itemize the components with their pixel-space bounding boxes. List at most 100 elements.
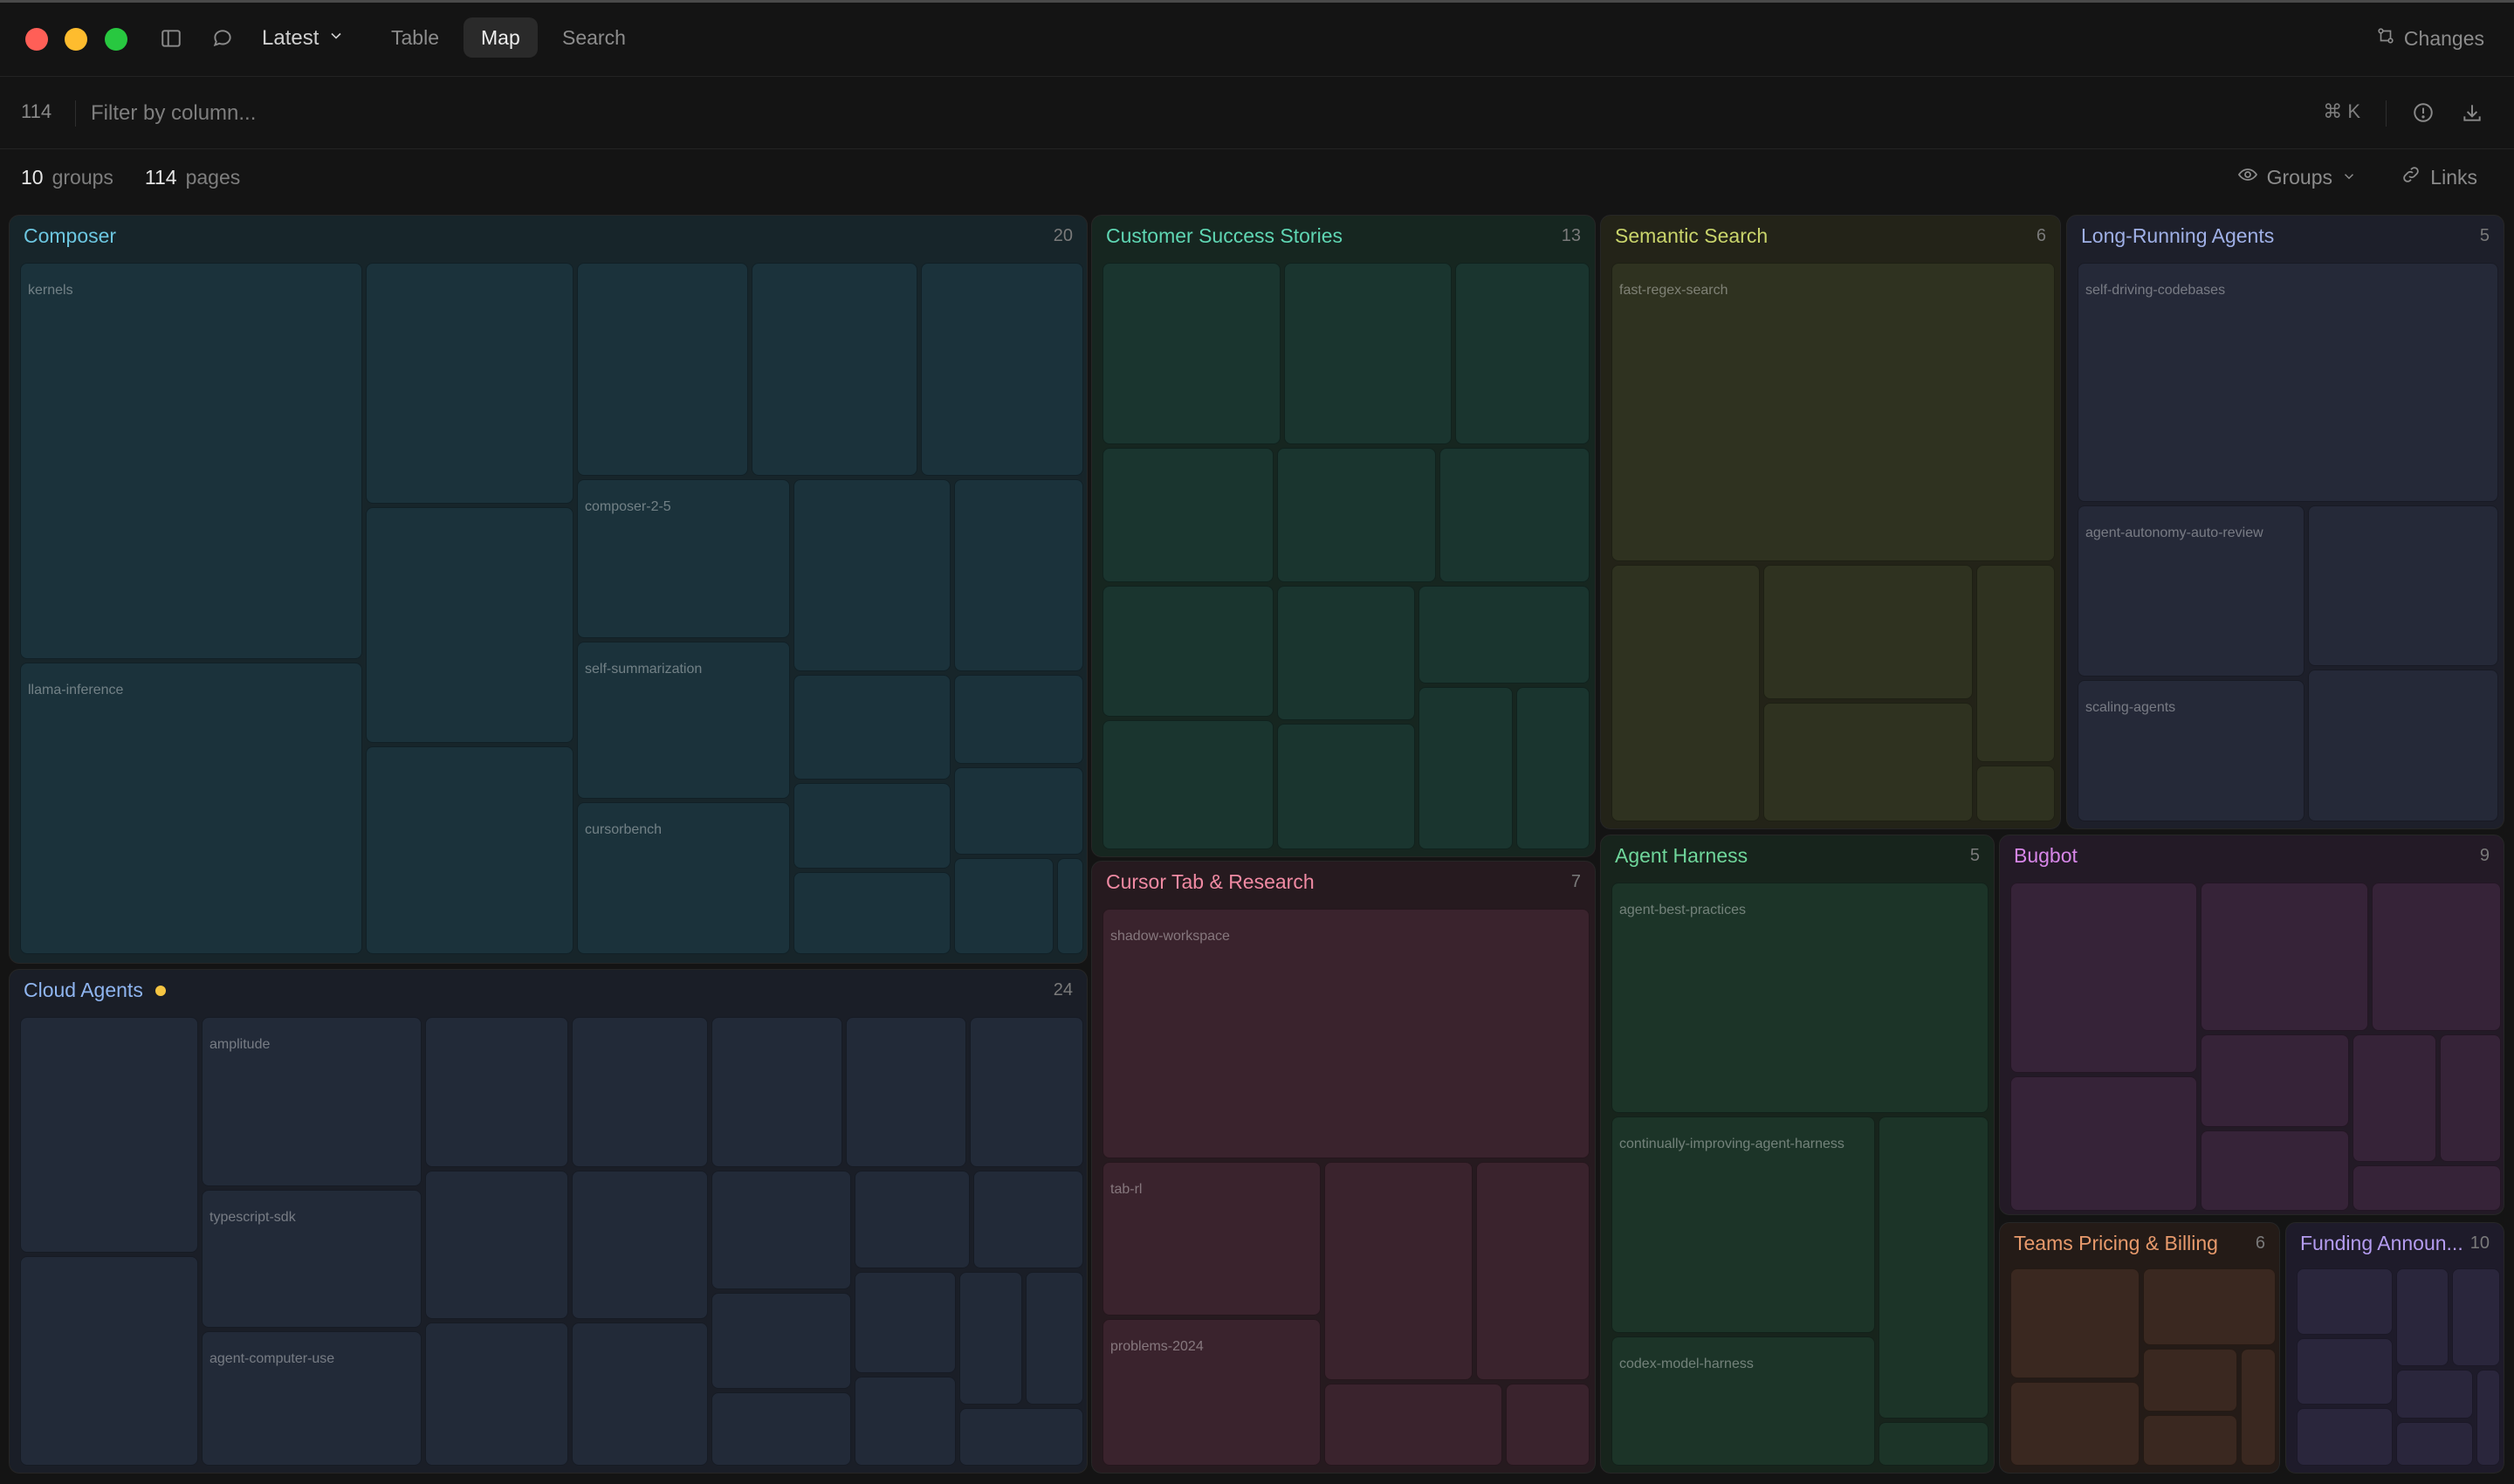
page-tile[interactable] (2010, 1268, 2140, 1378)
page-tile[interactable] (20, 1017, 198, 1253)
page-tile[interactable] (2201, 1130, 2349, 1211)
page-tile[interactable] (2143, 1349, 2237, 1412)
page-tile[interactable]: cursorbench (577, 802, 790, 954)
page-tile[interactable] (793, 675, 951, 780)
page-tile[interactable] (1277, 586, 1415, 720)
page-tile[interactable] (954, 675, 1083, 764)
page-tile[interactable] (1506, 1384, 1590, 1466)
page-tile[interactable] (20, 1256, 198, 1466)
page-tile[interactable] (711, 1171, 851, 1289)
page-tile[interactable] (2010, 883, 2197, 1073)
page-tile[interactable]: fast-regex-search (1611, 263, 2055, 561)
page-tile[interactable] (2353, 1165, 2501, 1211)
page-tile[interactable] (366, 263, 574, 504)
page-tile[interactable] (1284, 263, 1452, 444)
page-tile[interactable] (2201, 1034, 2349, 1127)
page-tile[interactable] (2440, 1034, 2501, 1162)
tab-table[interactable]: Table (374, 17, 457, 58)
version-selector[interactable]: Latest (262, 23, 345, 54)
page-tile[interactable] (1102, 720, 1274, 849)
page-tile[interactable] (2396, 1422, 2473, 1466)
page-tile[interactable] (2308, 505, 2498, 666)
page-tile[interactable] (1418, 687, 1513, 849)
page-tile[interactable] (793, 479, 951, 671)
page-tile[interactable] (2010, 1382, 2140, 1466)
page-tile[interactable] (2452, 1268, 2500, 1366)
page-tile[interactable] (1026, 1272, 1083, 1405)
page-tile[interactable] (1277, 724, 1415, 849)
chat-bubble-icon[interactable] (207, 23, 238, 54)
groups-button[interactable]: Groups (2237, 164, 2357, 190)
page-tile[interactable]: shadow-workspace (1102, 909, 1590, 1158)
page-tile[interactable]: scaling-agents (2078, 680, 2304, 821)
page-tile[interactable]: problems-2024 (1102, 1319, 1321, 1466)
maximize-window-button[interactable] (105, 28, 127, 51)
page-tile[interactable] (959, 1408, 1083, 1466)
page-tile[interactable] (1976, 766, 2055, 821)
page-tile[interactable] (711, 1017, 842, 1167)
page-tile[interactable] (954, 858, 1054, 954)
page-tile[interactable] (1102, 263, 1281, 444)
page-tile[interactable] (855, 1171, 970, 1268)
page-tile[interactable] (577, 263, 748, 476)
page-tile[interactable] (921, 263, 1083, 476)
sidebar-toggle-icon[interactable] (155, 23, 187, 54)
close-window-button[interactable] (25, 28, 48, 51)
links-button[interactable]: Links (2401, 164, 2477, 190)
group-composer[interactable]: Composer 20 kernels llama-inference comp… (9, 215, 1088, 964)
page-tile[interactable] (2297, 1408, 2393, 1466)
page-tile[interactable] (366, 507, 574, 743)
page-tile[interactable] (2297, 1268, 2393, 1335)
page-tile[interactable] (1879, 1116, 1989, 1419)
filter-input[interactable] (91, 95, 1400, 132)
page-tile[interactable]: self-summarization (577, 642, 790, 799)
page-tile[interactable] (2010, 1076, 2197, 1211)
page-tile[interactable] (1102, 448, 1274, 582)
page-tile[interactable] (572, 1171, 708, 1319)
page-tile[interactable] (1516, 687, 1590, 849)
page-tile[interactable]: agent-best-practices (1611, 883, 1989, 1113)
page-tile[interactable]: agent-autonomy-auto-review (2078, 505, 2304, 677)
minimize-window-button[interactable] (65, 28, 87, 51)
page-tile[interactable] (2297, 1338, 2393, 1405)
page-tile[interactable] (793, 872, 951, 954)
page-tile[interactable] (2201, 883, 2368, 1031)
page-tile[interactable] (793, 783, 951, 869)
changes-button[interactable]: Changes (2376, 23, 2484, 54)
group-cloud-agents[interactable]: Cloud Agents 24 amplitude typescript-sdk… (9, 969, 1088, 1474)
page-tile[interactable] (1763, 703, 1973, 821)
page-tile[interactable] (2476, 1370, 2500, 1466)
page-tile[interactable] (2396, 1370, 2473, 1419)
group-cursor-tab-research[interactable]: Cursor Tab & Research 7 shadow-workspace… (1091, 861, 1596, 1474)
page-tile[interactable] (572, 1323, 708, 1466)
page-tile[interactable] (1476, 1162, 1590, 1380)
group-funding-announcements[interactable]: Funding Announ... 10 (2285, 1222, 2504, 1474)
page-tile[interactable] (2241, 1349, 2276, 1466)
page-tile[interactable] (1439, 448, 1590, 582)
page-tile[interactable] (2372, 883, 2501, 1031)
page-tile[interactable] (1102, 586, 1274, 717)
info-icon[interactable] (2408, 97, 2439, 128)
page-tile[interactable] (711, 1293, 851, 1389)
page-tile[interactable] (2396, 1268, 2449, 1366)
page-tile[interactable] (425, 1017, 568, 1167)
page-tile[interactable]: codex-model-harness (1611, 1336, 1875, 1466)
page-tile[interactable]: self-driving-codebases (2078, 263, 2498, 502)
page-tile[interactable] (970, 1017, 1083, 1167)
page-tile[interactable] (959, 1272, 1022, 1405)
page-tile[interactable] (1057, 858, 1083, 954)
group-agent-harness[interactable]: Agent Harness 5 agent-best-practices con… (1600, 835, 1995, 1474)
page-tile[interactable] (2308, 670, 2498, 821)
page-tile[interactable] (2143, 1415, 2237, 1466)
page-tile[interactable] (1976, 565, 2055, 762)
page-tile[interactable] (1611, 565, 1760, 821)
page-tile[interactable] (366, 746, 574, 954)
page-tile[interactable] (954, 767, 1083, 855)
page-tile[interactable] (711, 1392, 851, 1466)
page-tile[interactable]: continually-improving-agent-harness (1611, 1116, 1875, 1333)
download-icon[interactable] (2456, 97, 2488, 128)
page-tile[interactable]: llama-inference (20, 663, 362, 954)
page-tile[interactable]: tab-rl (1102, 1162, 1321, 1316)
group-teams-pricing-billing[interactable]: Teams Pricing & Billing 6 (1999, 1222, 2280, 1474)
page-tile[interactable]: kernels (20, 263, 362, 659)
